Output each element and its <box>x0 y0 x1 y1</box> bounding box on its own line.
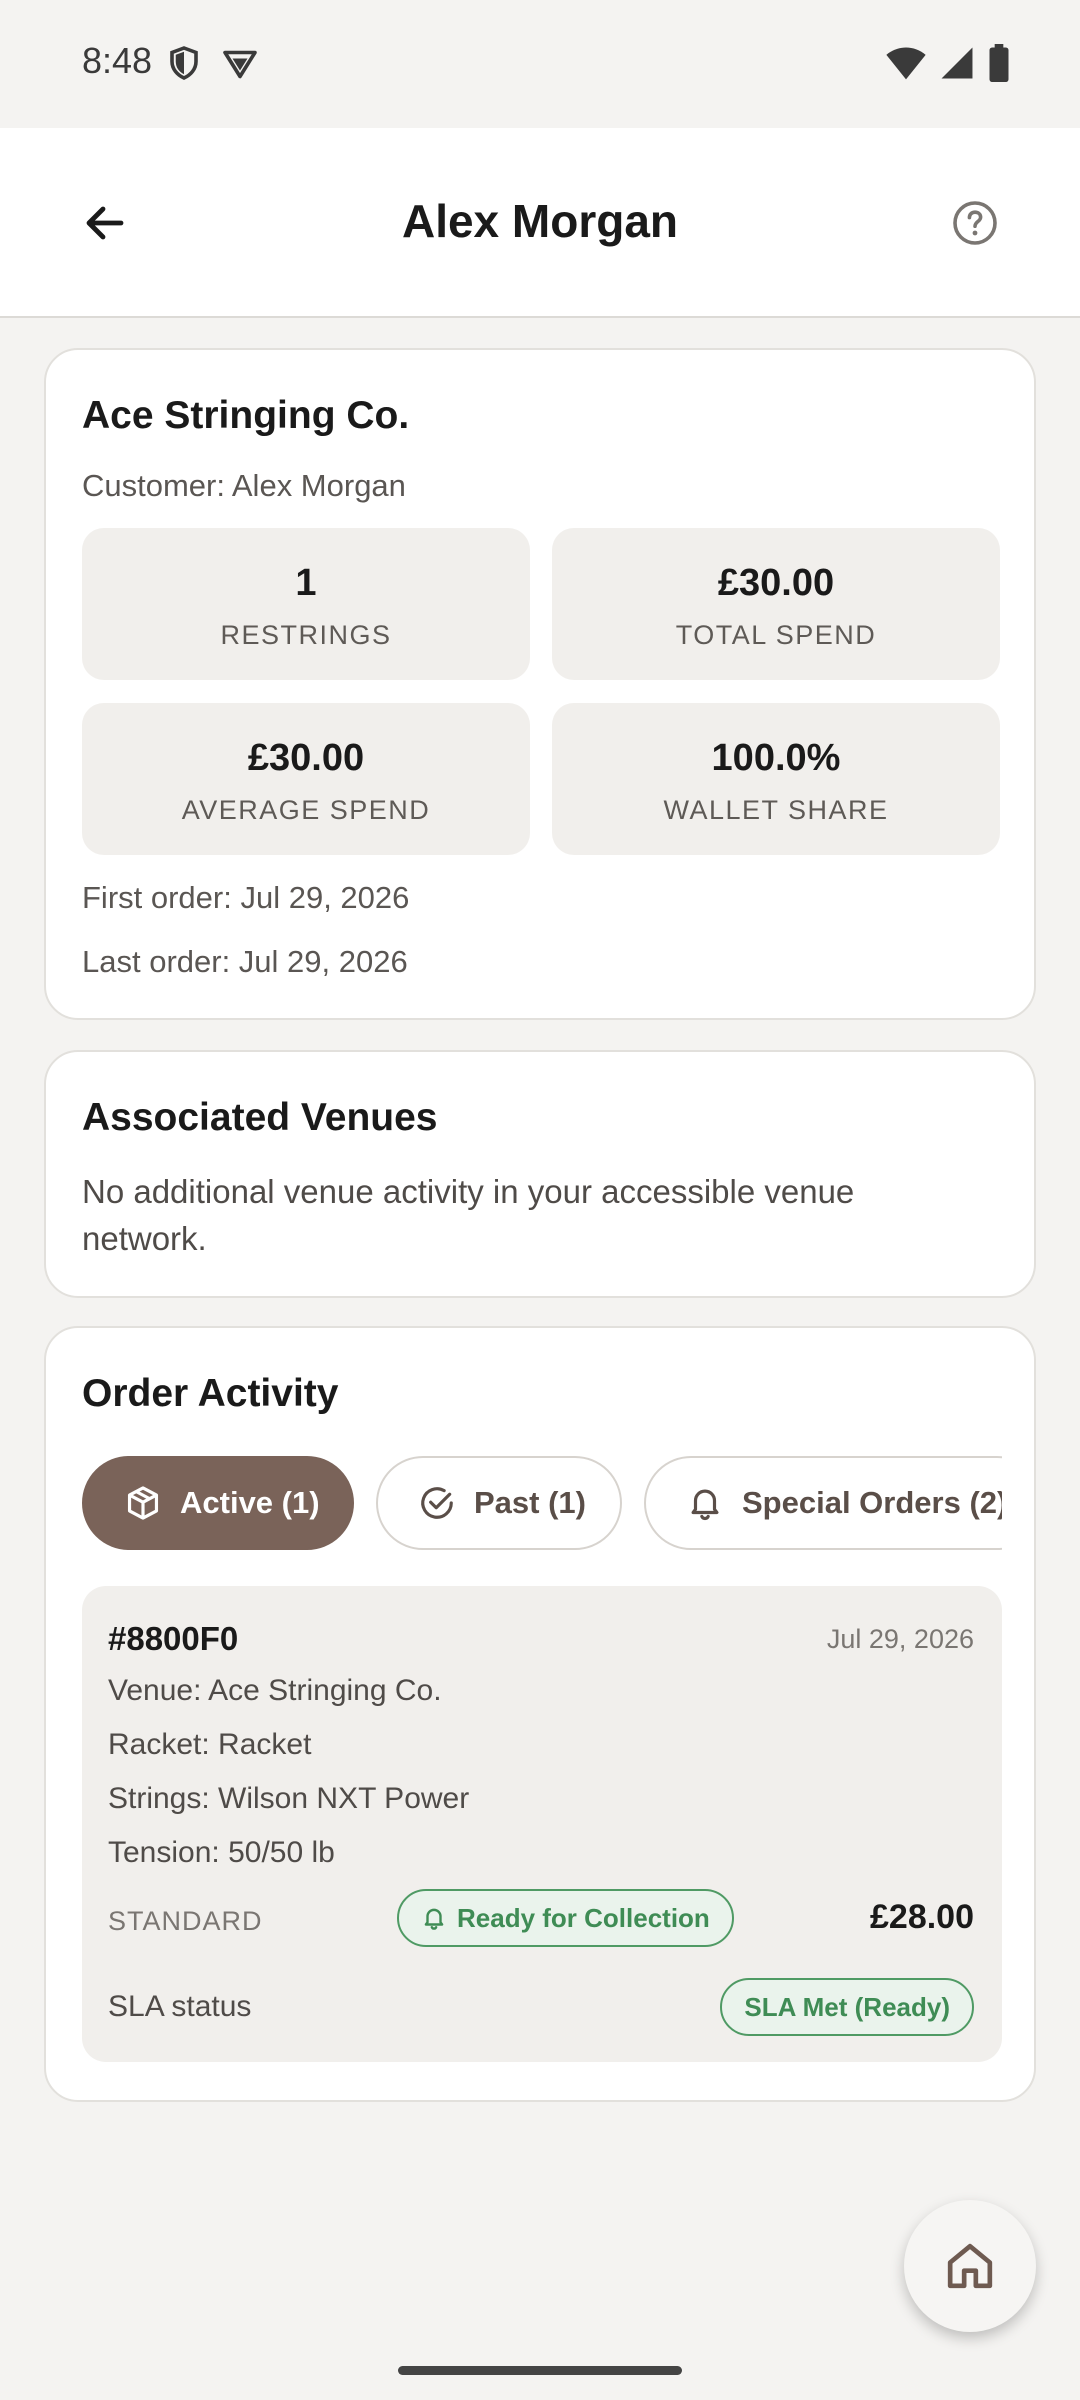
stat-total-spend: £30.00 TOTAL SPEND <box>552 528 1000 680</box>
stat-wallet-share: 100.0% WALLET SHARE <box>552 703 1000 855</box>
sla-status-label: SLA status <box>108 1990 252 2023</box>
vpn-icon <box>223 50 257 79</box>
venues-empty-text: No additional venue activity in your acc… <box>82 1173 855 1257</box>
help-button[interactable] <box>940 188 1010 258</box>
order-status-badge: Ready for Collection <box>397 1889 734 1947</box>
customer-summary-card: Ace Stringing Co. Customer: Alex Morgan … <box>44 348 1036 1020</box>
stat-average-spend: £30.00 AVERAGE SPEND <box>82 703 530 855</box>
order-activity-card: Order Activity Active (1) Past (1) Speci… <box>44 1326 1036 2102</box>
check-circle-icon <box>421 1487 453 1519</box>
bell-icon <box>691 1489 719 1521</box>
sla-status-text: SLA Met (Ready) <box>744 1991 950 2022</box>
stat-restrings: 1 RESTRINGS <box>82 528 530 680</box>
order-filter-tabs: Active (1) Past (1) Special Orders (2) <box>82 1456 1002 1552</box>
stat-value: £30.00 <box>247 737 365 779</box>
order-tension: Tension: 50/50 lb <box>108 1836 335 1869</box>
home-icon <box>947 2243 993 2289</box>
order-card[interactable]: #8800F0 Jul 29, 2026 Venue: Ace Stringin… <box>82 1586 1002 2062</box>
section-title: Associated Venues <box>82 1096 438 1139</box>
home-button[interactable] <box>904 2200 1036 2332</box>
battery-icon <box>989 44 1009 82</box>
status-bar: 8:48 <box>0 0 1080 128</box>
order-strings: Strings: Wilson NXT Power <box>108 1782 470 1815</box>
section-title: Order Activity <box>82 1372 339 1415</box>
stat-label: RESTRINGS <box>220 620 392 650</box>
tab-special-orders[interactable]: Special Orders (2) <box>644 1456 1002 1550</box>
shop-name: Ace Stringing Co. <box>82 394 410 437</box>
status-time: 8:48 <box>82 40 153 81</box>
stat-value: £30.00 <box>717 562 835 604</box>
customer-name-line: Customer: Alex Morgan <box>82 468 406 503</box>
stat-label: WALLET SHARE <box>663 795 889 825</box>
order-price: £28.00 <box>870 1898 974 1936</box>
gesture-navigation-bar[interactable] <box>398 2366 682 2375</box>
stat-label: AVERAGE SPEND <box>181 795 431 825</box>
cellular-signal-icon <box>941 47 973 79</box>
tab-past[interactable]: Past (1) <box>376 1456 622 1550</box>
sla-status-badge: SLA Met (Ready) <box>720 1978 974 2036</box>
wifi-icon <box>886 47 926 80</box>
order-service-type: STANDARD <box>108 1906 263 1936</box>
page-title: Alex Morgan <box>401 195 679 247</box>
order-date: Jul 29, 2026 <box>826 1624 974 1654</box>
tab-active[interactable]: Active (1) <box>82 1456 354 1550</box>
tab-label: Active (1) <box>180 1485 320 1520</box>
tab-label: Special Orders (2) <box>742 1485 1002 1520</box>
associated-venues-card: Associated Venues No additional venue ac… <box>44 1050 1036 1298</box>
first-order-date: First order: Jul 29, 2026 <box>82 880 410 915</box>
order-racket: Racket: Racket <box>108 1728 312 1761</box>
tab-label: Past (1) <box>474 1485 586 1520</box>
package-icon <box>127 1486 159 1520</box>
order-venue: Venue: Ace Stringing Co. <box>108 1674 442 1707</box>
last-order-date: Last order: Jul 29, 2026 <box>82 944 408 979</box>
stat-label: TOTAL SPEND <box>675 620 877 650</box>
shield-icon <box>170 46 198 80</box>
order-id: #8800F0 <box>108 1620 239 1657</box>
stat-value: 1 <box>295 562 317 604</box>
help-circle-icon <box>953 201 997 245</box>
app-bar: Alex Morgan <box>0 128 1080 318</box>
stat-value: 100.0% <box>711 737 841 779</box>
bell-icon <box>424 1908 444 1930</box>
order-status-text: Ready for Collection <box>457 1902 710 1933</box>
